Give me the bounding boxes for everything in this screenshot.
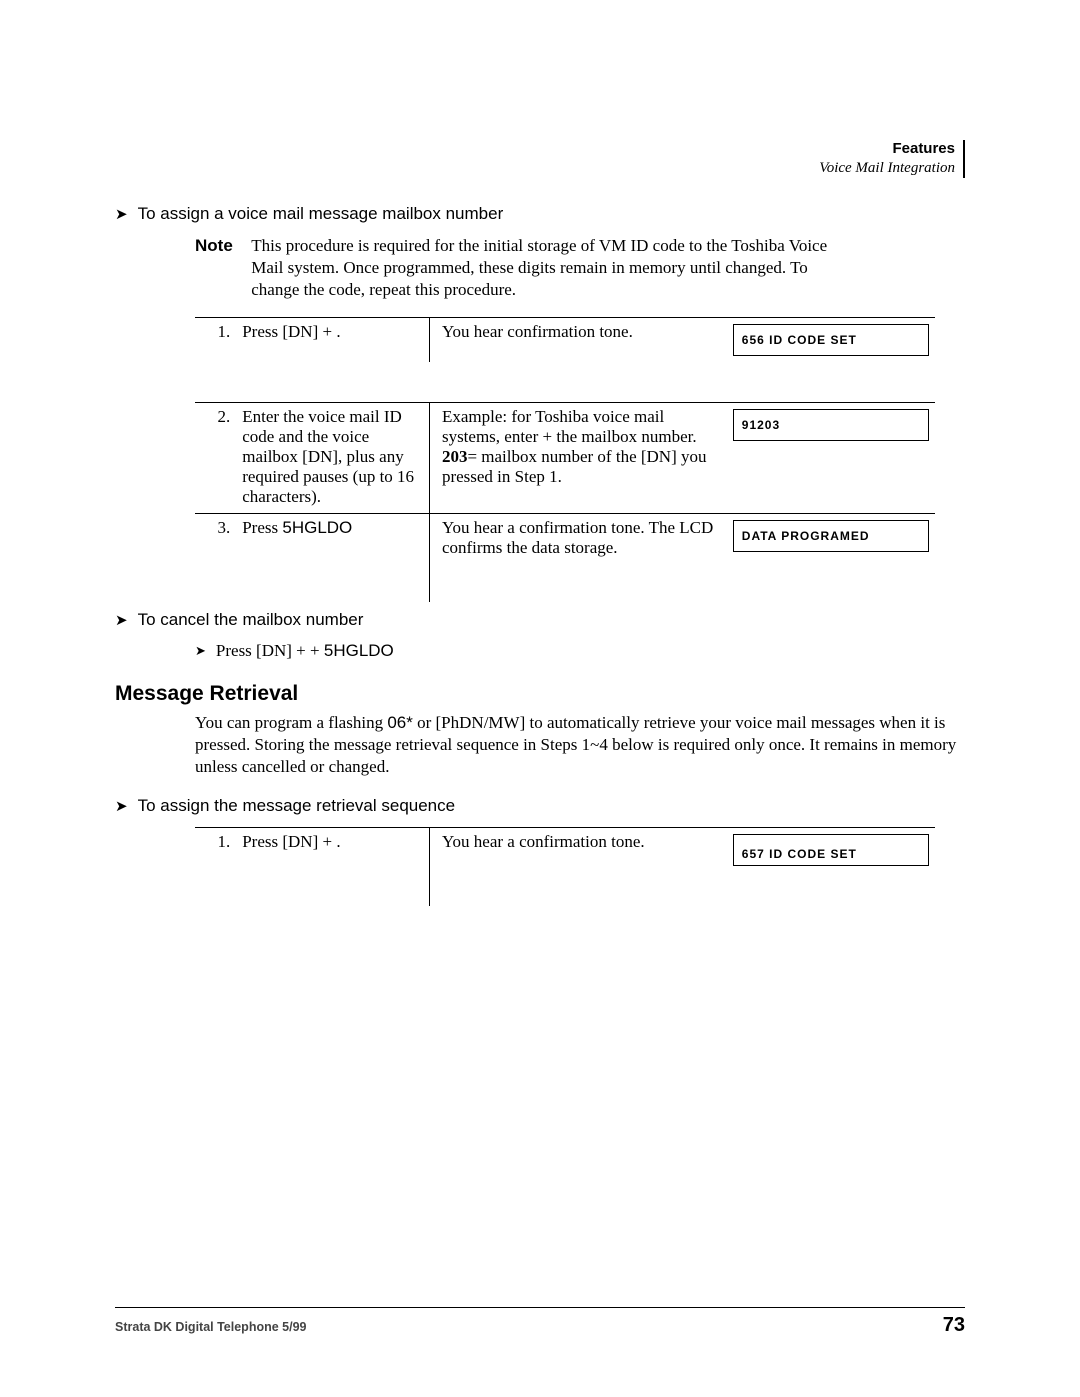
step-number: 1. bbox=[195, 317, 236, 362]
triangle-icon: ➤ bbox=[195, 641, 206, 662]
table-row: 1. Press [DN] + . You hear confirmation … bbox=[195, 317, 935, 362]
procedure-title: To cancel the mailbox number bbox=[138, 610, 364, 630]
lcd-display: 91203 bbox=[733, 409, 929, 441]
step-instruction: Press [DN] + . bbox=[236, 827, 429, 872]
step-description: You hear confirmation tone. bbox=[429, 317, 726, 362]
page-header: Features Voice Mail Integration bbox=[819, 140, 965, 178]
step-number: 2. bbox=[195, 402, 236, 513]
sub-step-text: Press [DN] + + 5HGLDO bbox=[216, 641, 394, 661]
steps-table-1: 1. Press [DN] + . You hear confirmation … bbox=[195, 317, 935, 602]
page-number: 73 bbox=[943, 1314, 965, 1337]
step-description: You hear a confirmation tone. bbox=[429, 827, 726, 872]
step-instruction: Press 5HGLDO bbox=[236, 513, 429, 564]
arrow-icon: ➤ bbox=[115, 610, 128, 631]
table-row: 2. Enter the voice mail ID code and the … bbox=[195, 402, 935, 513]
header-features: Features bbox=[819, 140, 955, 159]
arrow-icon: ➤ bbox=[115, 796, 128, 817]
arrow-icon: ➤ bbox=[115, 204, 128, 225]
note-text: This procedure is required for the initi… bbox=[251, 235, 841, 301]
lcd-cell: 91203 bbox=[727, 402, 935, 513]
lcd-display: DATA PROGRAMED bbox=[733, 520, 929, 552]
header-subtitle: Voice Mail Integration bbox=[819, 159, 955, 178]
note-block: Note This procedure is required for the … bbox=[195, 235, 965, 301]
procedure-heading-assign-retrieval: ➤ To assign the message retrieval sequen… bbox=[115, 796, 965, 817]
lcd-cell: 656 ID CODE SET bbox=[727, 317, 935, 362]
procedure-title: To assign the message retrieval sequence bbox=[138, 796, 456, 816]
table-row: 1. Press [DN] + . You hear a confirmatio… bbox=[195, 827, 935, 872]
steps-table-2: 1. Press [DN] + . You hear a confirmatio… bbox=[195, 827, 935, 906]
sub-step: ➤ Press [DN] + + 5HGLDO bbox=[195, 641, 965, 662]
document-page: Features Voice Mail Integration ➤ To ass… bbox=[0, 0, 1080, 1397]
lcd-display: 657 ID CODE SET bbox=[733, 834, 929, 866]
procedure-title: To assign a voice mail message mailbox n… bbox=[138, 204, 504, 224]
step-number: 3. bbox=[195, 513, 236, 564]
step-description: Example: for Toshiba voice mail systems,… bbox=[429, 402, 726, 513]
lcd-cell: 657 ID CODE SET bbox=[727, 827, 935, 872]
step-number: 1. bbox=[195, 827, 236, 872]
procedure-heading-assign-mailbox: ➤ To assign a voice mail message mailbox… bbox=[115, 204, 965, 225]
table-row: 3. Press 5HGLDO You hear a confirmation … bbox=[195, 513, 935, 564]
step-instruction: Enter the voice mail ID code and the voi… bbox=[236, 402, 429, 513]
note-label: Note bbox=[195, 235, 247, 257]
lcd-display: 656 ID CODE SET bbox=[733, 324, 929, 356]
footer-left: Strata DK Digital Telephone 5/99 bbox=[115, 1320, 306, 1334]
section-heading-message-retrieval: Message Retrieval bbox=[115, 682, 965, 706]
procedure-heading-cancel-mailbox: ➤ To cancel the mailbox number bbox=[115, 610, 965, 631]
step-description: You hear a confirmation tone. The LCD co… bbox=[429, 513, 726, 564]
page-footer: Strata DK Digital Telephone 5/99 73 bbox=[115, 1307, 965, 1337]
step-instruction: Press [DN] + . bbox=[236, 317, 429, 362]
section-paragraph: You can program a flashing 06* or [PhDN/… bbox=[195, 712, 965, 778]
lcd-cell: DATA PROGRAMED bbox=[727, 513, 935, 564]
